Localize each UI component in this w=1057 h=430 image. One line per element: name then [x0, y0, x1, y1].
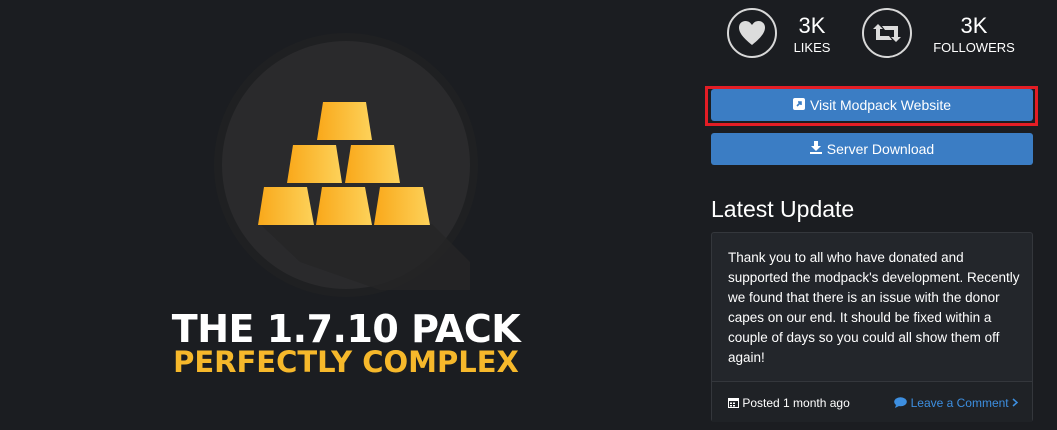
posted-text: Posted 1 month ago — [742, 396, 850, 410]
server-download-label: Server Download — [826, 141, 935, 157]
likes-count: 3K — [798, 13, 826, 38]
gold-bars-logo-icon — [258, 102, 470, 290]
stats-bar: 3K LIKES 3K FOLLOWERS — [727, 8, 1047, 63]
followers-count: 3K — [960, 13, 988, 38]
latest-update-heading: Latest Update — [711, 196, 855, 222]
update-footer: Posted 1 month ago Leave a Comment — [712, 381, 1032, 422]
update-body: Thank you to all who have donated and su… — [728, 250, 1020, 365]
visit-modpack-website-button[interactable]: Visit Modpack Website — [711, 89, 1033, 121]
external-link-icon — [792, 97, 805, 113]
chevron-right-icon — [1012, 398, 1019, 407]
leave-comment-label: Leave a Comment — [910, 396, 1009, 410]
update-card: Thank you to all who have donated and su… — [711, 232, 1033, 422]
server-download-button[interactable]: Server Download — [711, 133, 1033, 165]
followers-label: FOLLOWERS — [933, 40, 1015, 55]
calendar-icon — [728, 398, 739, 408]
download-icon — [809, 141, 822, 157]
comment-icon — [894, 397, 908, 408]
visit-modpack-website-label: Visit Modpack Website — [809, 97, 952, 113]
follow-button[interactable] — [862, 8, 912, 58]
likes-label: LIKES — [793, 40, 831, 55]
retweet-icon — [873, 24, 901, 42]
logo-subtitle: PERFECTLY COMPLEX — [173, 345, 519, 379]
modpack-logo-area: THE 1.7.10 PACK PERFECTLY COMPLEX — [0, 0, 700, 430]
leave-comment-link[interactable]: Leave a Comment — [894, 396, 1019, 410]
posted-date: Posted 1 month ago — [728, 396, 850, 410]
